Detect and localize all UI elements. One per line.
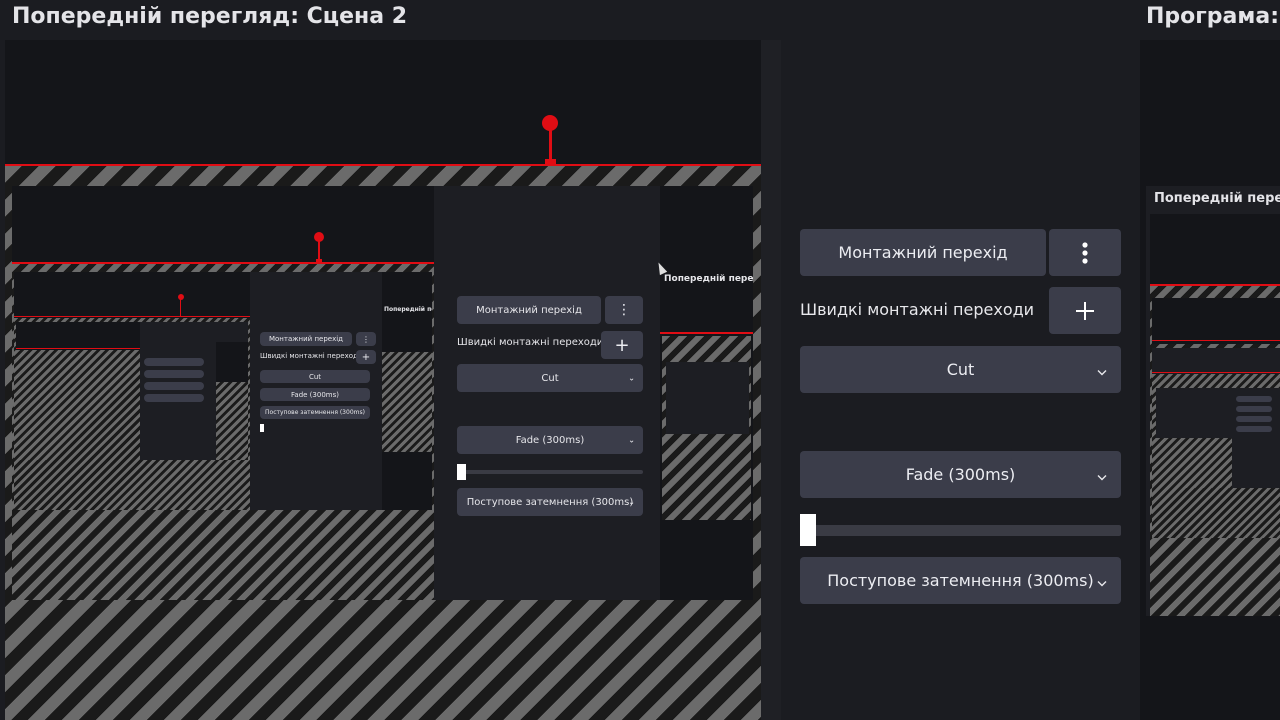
chevron-down-icon [1097,571,1107,590]
add-quick-transition-button[interactable] [1049,287,1121,334]
preview-title: Попередній перегляд: Сцена 2 [12,4,408,29]
quick-transitions-label: Швидкі монтажні переходи [800,300,1035,319]
nested-dropdown-cut: Cut ⌄ [457,364,643,392]
program-nested-title: Попередній пере [1154,191,1280,206]
transition-slider-track[interactable] [800,525,1121,536]
transition-more-button[interactable] [1049,229,1121,276]
quick-transition-fade-label: Fade (300ms) [905,465,1016,484]
preview-scrollbar[interactable] [761,40,781,720]
quick-transition-fade-to-black-label: Поступове затемнення (300ms) [827,571,1094,590]
nested-program-area: Попередній перегляд [660,186,753,600]
nested-capture: Монтажний перехід ⋮ Швидкі монтажні пере… [12,186,753,600]
nested-transitions-panel: Монтажний перехід ⋮ Швидкі монтажні пере… [448,186,660,600]
nested-transition-button: Монтажний перехід [457,296,601,324]
transition-slider-handle[interactable] [800,514,816,546]
rotation-handle[interactable] [542,115,558,131]
quick-transition-cut-label: Cut [946,360,975,379]
transition-button-label: Монтажний перехід [838,243,1008,262]
plus-icon [1076,301,1094,320]
chevron-down-icon [1097,465,1107,484]
nested-more-icon: ⋮ [605,296,643,324]
nested-slider-knob [457,464,466,480]
preview-canvas[interactable]: Монтажний перехід ⋮ Швидкі монтажні пере… [5,40,761,720]
quick-transition-fade-to-black[interactable]: Поступове затемнення (300ms) [800,557,1121,604]
quick-transition-cut[interactable]: Cut [800,346,1121,393]
nested-preview-area: Монтажний перехід ⋮ Швидкі монтажні пере… [12,186,434,600]
program-canvas[interactable]: Попередній пере [1140,40,1280,720]
transitions-panel: Монтажний перехід Швидкі монтажні перехо… [781,40,1139,720]
nested-plus-icon: + [601,331,643,359]
program-title: Програма: [1146,4,1279,29]
nested-dropdown-fade-black: Поступове затемнення (300ms) ⌄ [457,488,643,516]
kebab-vertical-icon [1082,241,1088,264]
nested-preview-label: Попередній перегляд [664,274,753,284]
transition-button[interactable]: Монтажний перехід [800,229,1046,276]
nested-dropdown-fade: Fade (300ms) ⌄ [457,426,643,454]
quick-transition-fade[interactable]: Fade (300ms) [800,451,1121,498]
chevron-down-icon [1097,360,1107,379]
program-nested-capture: Попередній пере [1146,186,1280,616]
nested-quick-label: Швидкі монтажні переходи [457,337,604,348]
